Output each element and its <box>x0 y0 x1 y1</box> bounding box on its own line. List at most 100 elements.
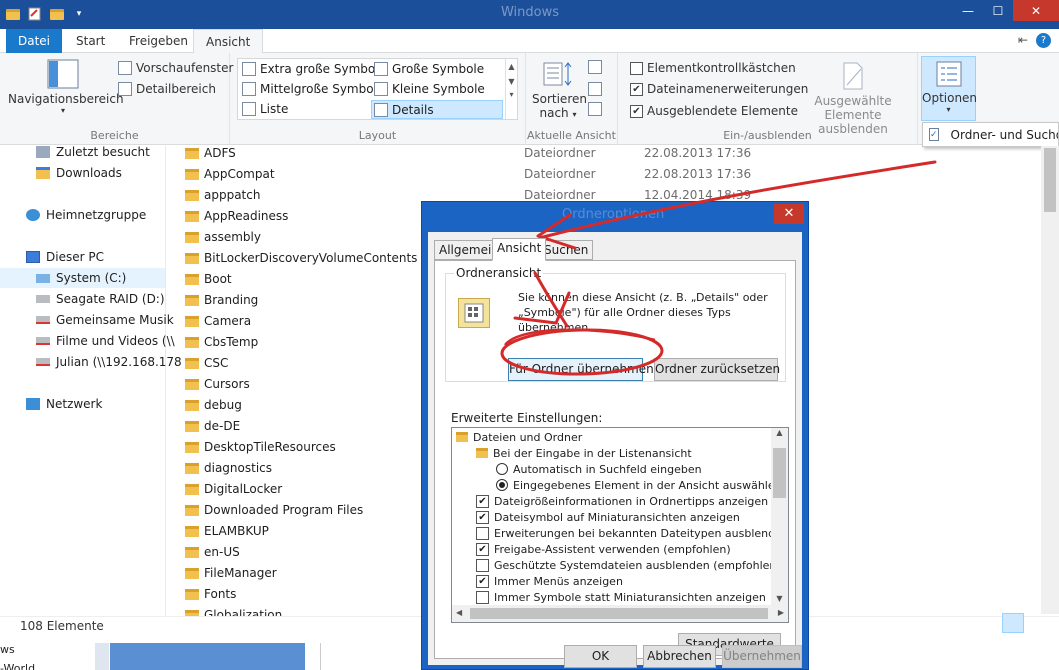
size-columns-icon[interactable] <box>588 102 602 119</box>
tree-item-label: Geschützte Systemdateien ausblenden (emp… <box>494 558 781 572</box>
downloads-icon <box>36 167 50 179</box>
group-by-icon[interactable] <box>588 60 602 77</box>
qat-dropdown-icon[interactable]: ▾ <box>70 5 88 23</box>
folder-icon <box>185 211 199 222</box>
sortieren-button[interactable]: Sortieren nach ▾ <box>532 59 587 120</box>
cancel-button[interactable]: Abbrechen <box>643 645 716 668</box>
folder-views-legend: Ordneransicht <box>454 266 544 280</box>
reset-folders-button[interactable]: Ordner zurücksetzen <box>654 358 780 381</box>
folder-icon[interactable] <box>4 5 22 23</box>
nav-item-zuletzt-besucht[interactable]: Zuletzt besucht <box>36 142 150 162</box>
tree-item-label: Automatisch in Suchfeld eingeben <box>513 462 702 476</box>
dateinamenerweiterungen-checkbox[interactable]: ✔ Dateinamenerweiterungen <box>630 82 808 96</box>
checkbox[interactable]: ✔ <box>476 494 489 508</box>
menu-item-ordner-und-suchoptionen[interactable]: Ordner- und Suchop <box>951 128 1058 142</box>
details-view-button[interactable] <box>1002 613 1024 633</box>
tree-horizontal-scrollbar[interactable]: ◀ ▶ <box>452 605 788 622</box>
vorschaufenster-label: Vorschaufenster <box>136 61 234 75</box>
navigationsbereich-button[interactable]: Navigationsbereich ▾ <box>8 59 124 115</box>
tree-radio-option[interactable]: Eingegebenes Element in der Ansicht ausw… <box>496 477 782 493</box>
pin-ribbon-icon[interactable]: ⇤ <box>1018 33 1028 48</box>
apply-to-folders-button[interactable]: Für Ordner übernehmen <box>508 358 654 381</box>
radio-button[interactable] <box>496 479 508 491</box>
minimize-button[interactable]: — <box>953 0 983 21</box>
file-row[interactable]: ADFS Dateiordner 22.08.2013 17:36 <box>180 146 1030 164</box>
tree-checkbox-option[interactable]: ✔ Immer Menüs anzeigen <box>476 573 623 589</box>
scrollbar-thumb[interactable] <box>773 448 786 498</box>
scroll-right-icon[interactable]: ▶ <box>778 608 784 617</box>
ausgewaehlte-elemente-ausblenden-button[interactable]: Ausgewählte Elemente ausblenden <box>794 61 912 136</box>
ok-button[interactable]: OK <box>564 645 637 668</box>
dialog-body: Allgemein Ansicht Suchen Ordneransicht S… <box>428 232 802 665</box>
preview-pane-icon <box>118 61 132 75</box>
apply-button[interactable]: Übernehmen <box>722 645 802 668</box>
file-name: AppCompat <box>204 167 275 181</box>
checkbox[interactable]: ✔ <box>476 542 489 556</box>
add-columns-icon[interactable] <box>588 82 602 99</box>
tree-vertical-scrollbar[interactable]: ▲ ▼ <box>771 428 788 605</box>
layout-list[interactable]: Liste <box>242 102 288 116</box>
checkbox[interactable]: ✔ <box>476 510 489 524</box>
checkbox[interactable] <box>476 558 489 572</box>
gallery-scroll[interactable]: ▲ ▼ ▾ <box>505 59 517 119</box>
tree-checkbox-option[interactable]: Erweiterungen bei bekannten Dateitypen a… <box>476 525 788 541</box>
dialog-tab-ansicht[interactable]: Ansicht <box>492 238 547 261</box>
layout-medium-icons[interactable]: Mittelgroße Symbole <box>242 82 384 96</box>
tree-checkbox-option[interactable]: ✔ Freigabe-Assistent verwenden (empfohlen… <box>476 541 731 557</box>
tab-ansicht[interactable]: Ansicht <box>193 29 264 54</box>
navigationsbereich-label: Navigationsbereich <box>8 92 124 106</box>
checkbox[interactable]: ✔ <box>476 574 489 588</box>
close-button[interactable]: ✕ <box>1013 0 1059 21</box>
nav-item-filme-und-videos[interactable]: Filme und Videos (\\ <box>36 331 175 351</box>
checkbox[interactable] <box>476 590 489 604</box>
tab-freigeben[interactable]: Freigeben <box>117 29 200 53</box>
dialog-tab-suchen[interactable]: Suchen <box>539 240 594 260</box>
background-text-1: ws <box>0 643 15 656</box>
nav-item-system-c[interactable]: System (C:) <box>0 268 165 288</box>
layout-extra-large-icons[interactable]: Extra große Symbole <box>242 62 386 76</box>
nav-item-dieser-pc[interactable]: Dieser PC <box>26 247 104 267</box>
layout-gallery: Extra große Symbole Große Symbole Mittel… <box>237 58 518 120</box>
nav-item-netzwerk[interactable]: Netzwerk <box>26 394 102 414</box>
nav-item-gemeinsame-musik[interactable]: Gemeinsame Musik <box>36 310 174 330</box>
nav-item-heimnetzgruppe[interactable]: Heimnetzgruppe <box>26 205 146 225</box>
tree-checkbox-option[interactable]: Immer Symbole statt Miniaturansichten an… <box>476 589 766 605</box>
dialog-close-button[interactable]: ✕ <box>774 204 804 224</box>
folder-options-icon: ✓ <box>929 128 939 141</box>
file-type: Dateiordner <box>524 167 596 181</box>
checkbox[interactable] <box>476 526 489 540</box>
group-layout: Extra große Symbole Große Symbole Mittel… <box>230 53 526 145</box>
scroll-down-icon[interactable]: ▼ <box>771 594 788 603</box>
tab-datei[interactable]: Datei <box>6 29 63 53</box>
file-list-scrollbar[interactable] <box>1041 146 1059 614</box>
scroll-up-icon[interactable]: ▲ <box>771 428 788 437</box>
help-icon[interactable]: ? <box>1036 33 1051 48</box>
file-type: Dateiordner <box>524 146 596 160</box>
tree-radio-option[interactable]: Automatisch in Suchfeld eingeben <box>496 461 702 477</box>
tree-checkbox-option[interactable]: ✔ Dateigrößeinformationen in Ordnertipps … <box>476 493 768 509</box>
ausgeblendete-elemente-checkbox[interactable]: ✔ Ausgeblendete Elemente <box>630 104 798 118</box>
layout-details[interactable]: Details <box>371 100 503 119</box>
nav-item-downloads[interactable]: Downloads <box>36 163 122 183</box>
scroll-left-icon[interactable]: ◀ <box>456 608 462 617</box>
file-row[interactable]: AppCompat Dateiordner 22.08.2013 17:36 <box>180 164 1030 185</box>
maximize-button[interactable]: ☐ <box>983 0 1013 21</box>
scrollbar-thumb[interactable] <box>1044 148 1056 212</box>
new-folder-icon[interactable] <box>48 5 66 23</box>
tree-checkbox-option[interactable]: ✔ Dateisymbol auf Miniaturansichten anzei… <box>476 509 740 525</box>
nav-item-seagate-raid[interactable]: Seagate RAID (D:) <box>36 289 165 309</box>
layout-large-icons[interactable]: Große Symbole <box>374 62 484 76</box>
optionen-button[interactable]: Optionen ▾ <box>921 56 977 121</box>
large-icons-view-button[interactable] <box>1028 613 1050 633</box>
properties-icon[interactable] <box>26 5 44 23</box>
tree-item-label: Eingegebenes Element in der Ansicht ausw… <box>513 478 782 492</box>
tab-start[interactable]: Start <box>64 29 117 53</box>
scrollbar-thumb[interactable] <box>470 608 768 619</box>
layout-small-icons[interactable]: Kleine Symbole <box>374 82 485 96</box>
nav-item-julian[interactable]: Julian (\\192.168.178 <box>36 352 182 372</box>
detailbereich-button[interactable]: Detailbereich <box>118 82 216 96</box>
elementkontrollkaestchen-checkbox[interactable]: Elementkontrollkästchen <box>630 61 796 75</box>
vorschaufenster-button[interactable]: Vorschaufenster <box>118 61 233 75</box>
radio-button[interactable] <box>496 463 508 475</box>
tree-checkbox-option[interactable]: Geschützte Systemdateien ausblenden (emp… <box>476 557 781 573</box>
